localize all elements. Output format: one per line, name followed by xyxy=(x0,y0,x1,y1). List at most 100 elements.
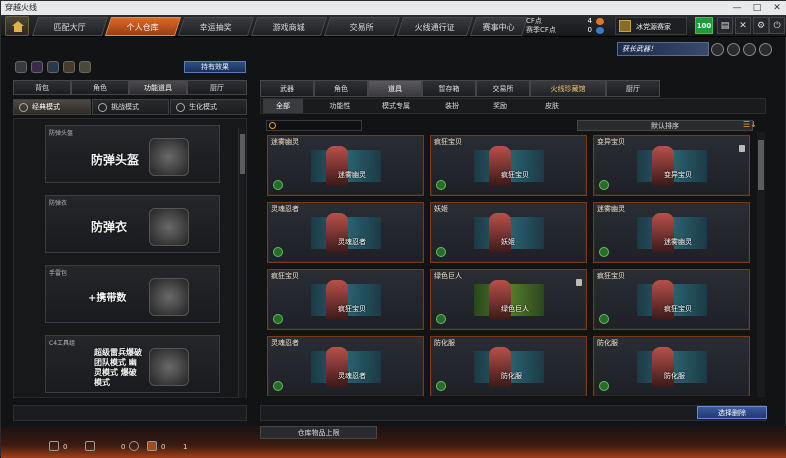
item-card[interactable]: 疯狂宝贝 疯狂宝贝 xyxy=(430,135,587,196)
item-grenade-pack[interactable]: 手雷包 +携带数 xyxy=(45,265,220,323)
tab-event-center[interactable]: 赛事中心 xyxy=(469,17,529,36)
minimize-button[interactable]: — xyxy=(727,1,747,15)
item-card[interactable]: 疯狂宝贝 疯狂宝贝 xyxy=(593,269,750,330)
lock-icon xyxy=(576,279,582,286)
clipboard-icon[interactable]: ▤ xyxy=(717,17,733,34)
power-icon[interactable]: ⏻ xyxy=(769,17,785,34)
subtab-all[interactable]: 全部 xyxy=(263,99,303,113)
character-figure xyxy=(489,347,511,387)
tab-characters[interactable]: 角色 xyxy=(314,80,368,97)
tab-storage[interactable]: 暂存箱 xyxy=(422,80,476,97)
item-helmet[interactable]: 防弹头盔 防弹头盔 xyxy=(45,125,220,183)
item-label: 疯狂宝贝 xyxy=(338,305,366,313)
item-name: 防化服 xyxy=(597,339,618,347)
cf-label: CF点 xyxy=(526,17,542,25)
mode-zombie[interactable]: 生化模式 xyxy=(170,99,247,115)
mode-classic[interactable]: 经典模式 xyxy=(13,99,91,115)
badge-icon-4[interactable] xyxy=(759,43,772,56)
tab-kitchen-right[interactable]: 厨厅 xyxy=(606,80,660,97)
buff-icon-1[interactable] xyxy=(15,61,27,73)
tab-function-items[interactable]: 功能道具 xyxy=(129,80,187,95)
item-card[interactable]: 绿色巨人 绿色巨人 xyxy=(430,269,587,330)
home-button[interactable] xyxy=(5,16,29,36)
item-card[interactable]: 防化服 防化服 xyxy=(430,336,587,396)
item-name: 疯狂宝贝 xyxy=(271,272,299,280)
subtab-functional[interactable]: 功能性 xyxy=(315,99,365,113)
item-armor[interactable]: 防弹衣 防弹衣 xyxy=(45,195,220,253)
gift-icon[interactable] xyxy=(147,441,157,451)
sort-order-icon[interactable]: ☰↓ xyxy=(743,120,757,129)
gear-icon[interactable]: ⚙ xyxy=(753,17,769,34)
tab-personal-warehouse[interactable]: 个人仓库 xyxy=(104,17,182,36)
tab-match-lobby[interactable]: 匹配大厅 xyxy=(31,17,109,36)
tab-game-mall[interactable]: 游戏商城 xyxy=(250,17,328,36)
owned-check-icon xyxy=(436,314,446,324)
badge-icon-3[interactable] xyxy=(743,43,756,56)
tab-exchange[interactable]: 交易所 xyxy=(323,17,401,36)
buff-icon-5[interactable] xyxy=(79,61,91,73)
tab-lucky-draw[interactable]: 幸运抽奖 xyxy=(177,17,255,36)
badge-icon-2[interactable] xyxy=(727,43,740,56)
item-card[interactable]: 灵魂忍者 灵魂忍者 xyxy=(267,202,424,263)
owned-check-icon xyxy=(599,180,609,190)
item-name: 迷雾幽灵 xyxy=(597,205,625,213)
buff-icon-4[interactable] xyxy=(63,61,75,73)
tab-battle-pass[interactable]: 火线通行证 xyxy=(396,17,474,36)
promo-banner[interactable]: 获长武器！ xyxy=(617,42,709,56)
season-cf-label: 赛季CF点 xyxy=(526,26,556,34)
item-card[interactable]: 防化服 防化服 xyxy=(593,336,750,396)
friend-icon[interactable] xyxy=(129,441,139,451)
badge-icon-1[interactable] xyxy=(711,43,724,56)
item-card[interactable]: 妖姬 妖姬 xyxy=(430,202,587,263)
grid-scrollbar[interactable] xyxy=(757,132,765,397)
item-name: 灵魂忍者 xyxy=(271,339,299,347)
maximize-button[interactable]: □ xyxy=(747,1,767,15)
item-card[interactable]: 迷雾幽灵 迷雾幽灵 xyxy=(267,135,424,196)
character-figure xyxy=(326,280,348,320)
item-card[interactable]: 迷雾幽灵 迷雾幽灵 xyxy=(593,202,750,263)
owned-check-icon xyxy=(599,381,609,391)
select-delete-button[interactable]: 选择删除 xyxy=(697,406,767,419)
owned-check-icon xyxy=(436,381,446,391)
subtab-rewards[interactable]: 奖励 xyxy=(475,99,525,113)
inventory-icon[interactable] xyxy=(49,441,59,451)
character-figure xyxy=(489,213,511,253)
item-c4-kit[interactable]: C4工具组 超级雷兵爆破 团队模式 幽灵模式 爆破模式 xyxy=(45,335,220,393)
game-window: 穿越火线 — □ ✕ 匹配大厅 个人仓库 幸运抽奖 游戏商城 交易所 火线通行证… xyxy=(0,0,786,458)
character-figure xyxy=(652,280,674,320)
rank-badge[interactable]: 冰党源赛家 xyxy=(615,17,687,35)
cf-value: 4 xyxy=(587,17,592,25)
tab-market[interactable]: 交易所 xyxy=(476,80,530,97)
character-figure xyxy=(326,213,348,253)
tab-items[interactable]: 道具 xyxy=(368,80,422,97)
tab-backpack[interactable]: 背包 xyxy=(13,80,71,95)
search-icon xyxy=(269,122,276,129)
tab-weapons[interactable]: 武器 xyxy=(260,80,314,97)
subtab-skins[interactable]: 皮肤 xyxy=(527,99,577,113)
tools-icon[interactable]: ✕ xyxy=(735,17,751,34)
left-scrollbar[interactable] xyxy=(238,128,245,398)
close-button[interactable]: ✕ xyxy=(767,1,786,15)
search-input[interactable] xyxy=(266,120,362,131)
sort-dropdown[interactable]: 默认排序 xyxy=(577,120,753,131)
buff-icon-3[interactable] xyxy=(47,61,59,73)
tab-collection[interactable]: 火线珍藏馆 xyxy=(530,80,606,97)
tab-kitchen[interactable]: 厨厅 xyxy=(187,80,247,95)
subtab-mode[interactable]: 模式专属 xyxy=(371,99,421,113)
item-label: 疯狂宝贝 xyxy=(501,171,529,179)
item-card[interactable]: 疯狂宝贝 疯狂宝贝 xyxy=(267,269,424,330)
shield-icon[interactable] xyxy=(85,441,95,451)
subtab-outfit[interactable]: 装扮 xyxy=(427,99,477,113)
tab-character[interactable]: 角色 xyxy=(71,80,129,95)
item-card[interactable]: 变异宝贝 变异宝贝 xyxy=(593,135,750,196)
holding-effect-button[interactable]: 持有效果 xyxy=(184,61,246,73)
item-label: 防化服 xyxy=(664,372,685,380)
mode-challenge[interactable]: 挑战模式 xyxy=(92,99,169,115)
item-card[interactable]: 灵魂忍者 灵魂忍者 xyxy=(267,336,424,396)
buff-icon-2[interactable] xyxy=(31,61,43,73)
storage-limit-button[interactable]: 仓库物品上限 xyxy=(260,426,377,439)
rank-name: 冰党源赛家 xyxy=(636,23,671,31)
scroll-thumb[interactable] xyxy=(758,140,764,190)
scroll-thumb[interactable] xyxy=(240,134,245,174)
item-name: 妖姬 xyxy=(434,205,448,213)
